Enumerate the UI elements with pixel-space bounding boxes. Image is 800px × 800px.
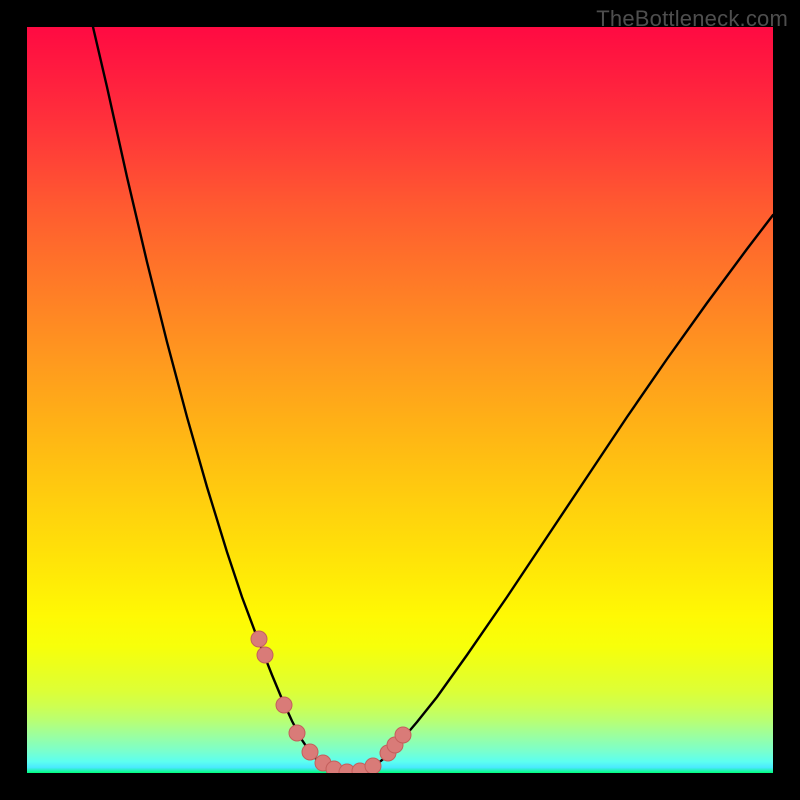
- highlighted-points: [251, 631, 411, 773]
- marker-dot: [395, 727, 411, 743]
- marker-dot: [365, 758, 381, 773]
- plot-area: [27, 27, 773, 773]
- marker-dot: [257, 647, 273, 663]
- marker-dot: [289, 725, 305, 741]
- curve-layer: [27, 27, 773, 773]
- bottleneck-curve: [93, 27, 773, 773]
- marker-dot: [276, 697, 292, 713]
- marker-dot: [251, 631, 267, 647]
- watermark-text: TheBottleneck.com: [596, 6, 788, 32]
- marker-dot: [302, 744, 318, 760]
- chart-frame: TheBottleneck.com: [0, 0, 800, 800]
